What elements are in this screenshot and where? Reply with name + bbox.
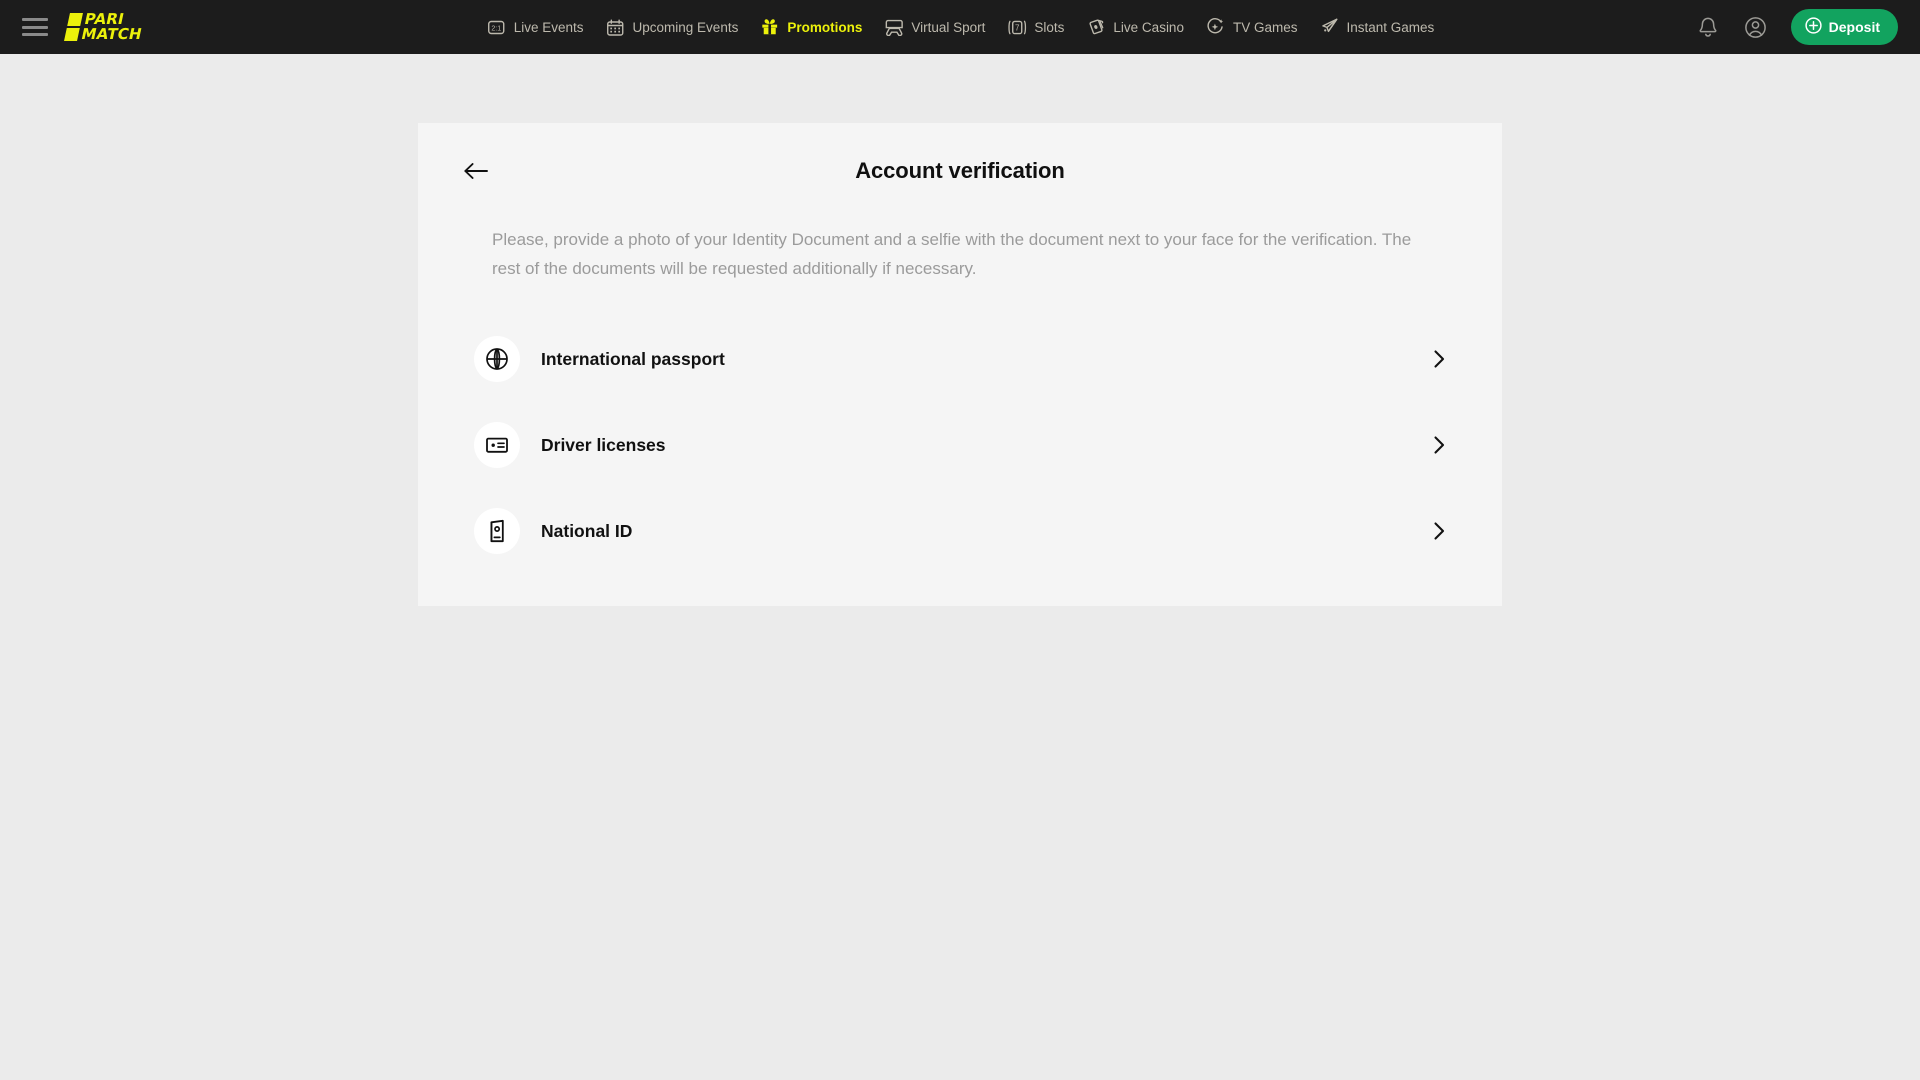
- parimatch-logo[interactable]: PARI MATCH: [64, 10, 146, 43]
- nav-item-upcoming-events[interactable]: Upcoming Events: [605, 0, 739, 54]
- account-verification-card: Account verification Please, provide a p…: [418, 123, 1502, 606]
- nav-label: Instant Games: [1346, 19, 1435, 35]
- page-title: Account verification: [855, 158, 1065, 183]
- page-body: Account verification Please, provide a p…: [0, 123, 1920, 1080]
- chevron-right-icon: [1428, 348, 1450, 370]
- sparkle-circle-icon: [1205, 17, 1226, 38]
- playing-cards-icon: [1085, 17, 1106, 38]
- main-nav: 2:1 Live Events Upcoming Events Promotio…: [486, 0, 1434, 54]
- list-item-driver-licenses[interactable]: Driver licenses: [418, 402, 1502, 488]
- score-2-1-icon: 2:1: [486, 17, 507, 38]
- list-item-label: International passport: [541, 348, 725, 369]
- nav-item-tv-games[interactable]: TV Games: [1205, 0, 1298, 54]
- hamburger-menu-icon[interactable]: [22, 18, 48, 36]
- nav-label: Upcoming Events: [632, 19, 739, 35]
- top-bar-actions: Deposit: [1695, 0, 1898, 54]
- passport-booklet-icon: [474, 508, 520, 554]
- nav-label: Promotions: [787, 19, 863, 35]
- rocket-icon: [1318, 17, 1339, 38]
- bell-icon[interactable]: [1695, 14, 1721, 40]
- nav-label: Live Events: [513, 19, 584, 35]
- list-item-international-passport[interactable]: International passport: [418, 316, 1502, 402]
- nav-item-live-events[interactable]: 2:1 Live Events: [486, 0, 584, 54]
- nav-item-promotions[interactable]: Promotions: [759, 0, 862, 54]
- card-header: Account verification: [418, 123, 1502, 219]
- calendar-icon: [605, 17, 626, 38]
- logo-block: [64, 28, 80, 41]
- svg-text:7: 7: [1015, 23, 1020, 32]
- deposit-button[interactable]: Deposit: [1790, 9, 1898, 45]
- nav-label: Virtual Sport: [911, 19, 986, 35]
- nav-item-live-casino[interactable]: Live Casino: [1085, 0, 1184, 54]
- arrow-left-icon[interactable]: [459, 154, 493, 188]
- nav-item-virtual-sport[interactable]: Virtual Sport: [883, 0, 985, 54]
- nav-item-instant-games[interactable]: Instant Games: [1318, 0, 1434, 54]
- nav-item-slots[interactable]: 7 Slots: [1006, 0, 1064, 54]
- nav-label: TV Games: [1232, 19, 1298, 35]
- globe-icon: [474, 336, 520, 382]
- id-card-icon: [474, 422, 520, 468]
- top-navigation-bar: PARI MATCH 2:1 Live Events Upcoming Even…: [0, 0, 1920, 54]
- document-type-list: International passport Driver licenses N…: [418, 316, 1502, 574]
- slot-seven-icon: 7: [1006, 17, 1027, 38]
- plus-circle-icon: [1805, 17, 1822, 37]
- chevron-right-icon: [1428, 434, 1450, 456]
- logo-block: [67, 13, 83, 26]
- gift-icon: [759, 17, 780, 38]
- svg-text:2:1: 2:1: [491, 25, 501, 32]
- logo-line-2: MATCH: [79, 25, 144, 43]
- verification-description: Please, provide a photo of your Identity…: [492, 230, 1412, 278]
- chevron-right-icon: [1428, 520, 1450, 542]
- list-item-label: Driver licenses: [541, 434, 666, 455]
- list-item-national-id[interactable]: National ID: [418, 488, 1502, 574]
- nav-label: Slots: [1034, 19, 1065, 35]
- list-item-label: National ID: [541, 520, 633, 541]
- gamepad-icon: [883, 17, 904, 38]
- user-circle-icon[interactable]: [1743, 14, 1769, 40]
- nav-label: Live Casino: [1113, 19, 1184, 35]
- deposit-label: Deposit: [1828, 19, 1880, 35]
